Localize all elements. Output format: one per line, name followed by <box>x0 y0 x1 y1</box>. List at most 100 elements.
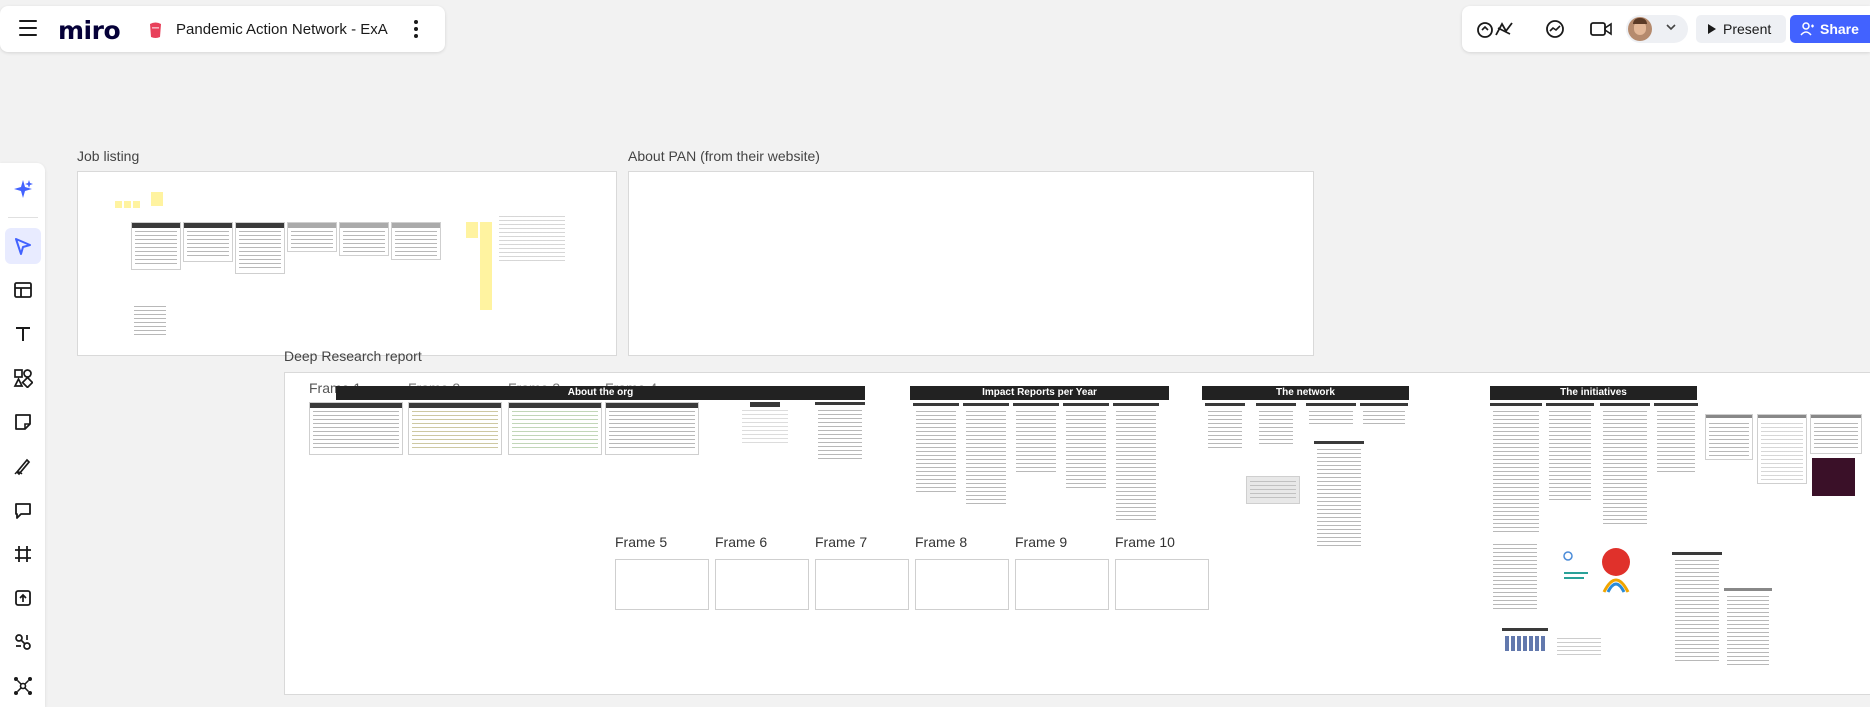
frame-label-job-listing[interactable]: Job listing <box>77 148 139 164</box>
document-thumbnail[interactable] <box>1490 542 1540 612</box>
share-user-icon <box>1800 22 1814 36</box>
share-button[interactable]: Share <box>1790 15 1870 43</box>
mindmap-icon[interactable] <box>5 668 41 704</box>
select-icon[interactable] <box>5 228 41 264</box>
frame-about-pan[interactable] <box>628 171 1314 356</box>
frame-6-label[interactable]: Frame 6 <box>715 534 767 550</box>
present-label: Present <box>1723 21 1772 37</box>
document-thumbnail[interactable] <box>408 402 502 455</box>
document-thumbnail[interactable] <box>605 402 699 455</box>
document-thumbnail[interactable] <box>1654 403 1698 475</box>
miro-logo[interactable]: miro <box>58 16 121 45</box>
document-thumbnail[interactable] <box>1256 403 1296 449</box>
frame-icon[interactable] <box>5 536 41 572</box>
document-thumbnail[interactable] <box>1360 403 1408 429</box>
image-thumbnail[interactable] <box>1554 630 1604 660</box>
sticky-note[interactable] <box>133 201 140 208</box>
document-thumbnail[interactable] <box>183 222 233 262</box>
frame-5[interactable] <box>615 559 709 610</box>
section-network[interactable]: The network <box>1202 386 1409 400</box>
video-icon[interactable] <box>1588 19 1614 39</box>
present-button[interactable]: Present <box>1696 15 1786 43</box>
sticky-note-icon[interactable] <box>5 404 41 440</box>
frame-6[interactable] <box>715 559 809 610</box>
frame-job-listing[interactable] <box>77 171 617 356</box>
board-icon <box>150 22 161 38</box>
document-thumbnail[interactable] <box>1757 414 1807 484</box>
chat-icon[interactable] <box>1542 19 1568 39</box>
collaboration-bar: Present Share <box>1462 6 1870 52</box>
document-thumbnail[interactable] <box>1672 552 1722 664</box>
frame-7[interactable] <box>815 559 909 610</box>
document-thumbnail[interactable] <box>815 402 865 464</box>
reactions-icon[interactable] <box>1476 19 1516 39</box>
user-avatar-menu[interactable] <box>1626 15 1688 43</box>
more-vertical-icon[interactable] <box>410 18 422 40</box>
document-thumbnail[interactable] <box>1705 414 1753 460</box>
section-initiatives[interactable]: The initiatives <box>1490 386 1697 400</box>
document-thumbnail[interactable] <box>913 403 959 497</box>
toolbar-divider <box>8 217 38 218</box>
document-thumbnail[interactable] <box>1546 403 1594 503</box>
document-thumbnail[interactable] <box>508 402 602 455</box>
avatar <box>1628 17 1652 41</box>
document-thumbnail[interactable] <box>1306 403 1356 429</box>
hamburger-icon[interactable] <box>19 20 37 36</box>
document-thumbnail[interactable] <box>1205 403 1245 453</box>
document-thumbnail[interactable] <box>1490 403 1542 537</box>
world-map-thumbnail[interactable] <box>1598 546 1634 594</box>
board-header: miro Pandemic Action Network - ExA <box>0 6 445 52</box>
document-thumbnail[interactable] <box>287 222 337 252</box>
frame-label-deep-research[interactable]: Deep Research report <box>284 348 422 364</box>
sticky-note[interactable] <box>480 222 492 310</box>
section-about-org[interactable]: About the org <box>336 386 865 400</box>
sticky-note[interactable] <box>115 201 122 208</box>
sticky-note[interactable] <box>124 201 131 208</box>
frame-9-label[interactable]: Frame 9 <box>1015 534 1067 550</box>
document-thumbnail[interactable] <box>1013 403 1059 475</box>
chevron-down-icon <box>1666 24 1676 31</box>
frame-7-label[interactable]: Frame 7 <box>815 534 867 550</box>
document-thumbnail[interactable] <box>131 222 181 270</box>
document-thumbnail[interactable] <box>963 403 1009 509</box>
frame-9[interactable] <box>1015 559 1109 610</box>
map-thumbnail[interactable] <box>739 402 791 446</box>
image-thumbnail[interactable] <box>1812 458 1855 496</box>
left-toolbar <box>0 163 45 707</box>
document-thumbnail[interactable] <box>1810 414 1862 454</box>
document-thumbnail[interactable] <box>339 222 389 256</box>
document-thumbnail[interactable] <box>1113 403 1159 523</box>
play-icon <box>1708 24 1716 34</box>
ai-sparkle-icon[interactable] <box>5 171 41 207</box>
document-thumbnail[interactable] <box>391 222 441 260</box>
document-thumbnail[interactable] <box>235 222 285 274</box>
document-thumbnail[interactable] <box>1724 588 1772 668</box>
frame-10[interactable] <box>1115 559 1209 610</box>
shapes-icon[interactable] <box>5 360 41 396</box>
frame-10-label[interactable]: Frame 10 <box>1115 534 1175 550</box>
pen-icon[interactable] <box>5 448 41 484</box>
document-thumbnail[interactable] <box>131 306 169 340</box>
image-thumbnail[interactable] <box>1246 476 1300 504</box>
integrations-icon[interactable] <box>5 624 41 660</box>
document-thumbnail[interactable] <box>309 402 403 455</box>
board-title[interactable]: Pandemic Action Network - ExA <box>176 21 388 38</box>
upload-icon[interactable] <box>5 580 41 616</box>
document-thumbnail[interactable] <box>1063 403 1109 491</box>
image-thumbnail[interactable] <box>1502 628 1548 654</box>
sticky-note[interactable] <box>151 192 163 206</box>
document-thumbnail[interactable] <box>1314 441 1364 551</box>
share-label: Share <box>1820 21 1859 37</box>
section-impact-reports[interactable]: Impact Reports per Year <box>910 386 1169 400</box>
frame-8-label[interactable]: Frame 8 <box>915 534 967 550</box>
document-thumbnail[interactable] <box>1600 403 1650 527</box>
templates-icon[interactable] <box>5 272 41 308</box>
logo-thumbnail[interactable] <box>1562 548 1590 588</box>
frame-5-label[interactable]: Frame 5 <box>615 534 667 550</box>
document-thumbnail[interactable] <box>496 216 568 266</box>
comment-icon[interactable] <box>5 492 41 528</box>
text-icon[interactable] <box>5 316 41 352</box>
sticky-note[interactable] <box>466 222 478 238</box>
frame-label-about-pan[interactable]: About PAN (from their website) <box>628 148 820 164</box>
frame-8[interactable] <box>915 559 1009 610</box>
